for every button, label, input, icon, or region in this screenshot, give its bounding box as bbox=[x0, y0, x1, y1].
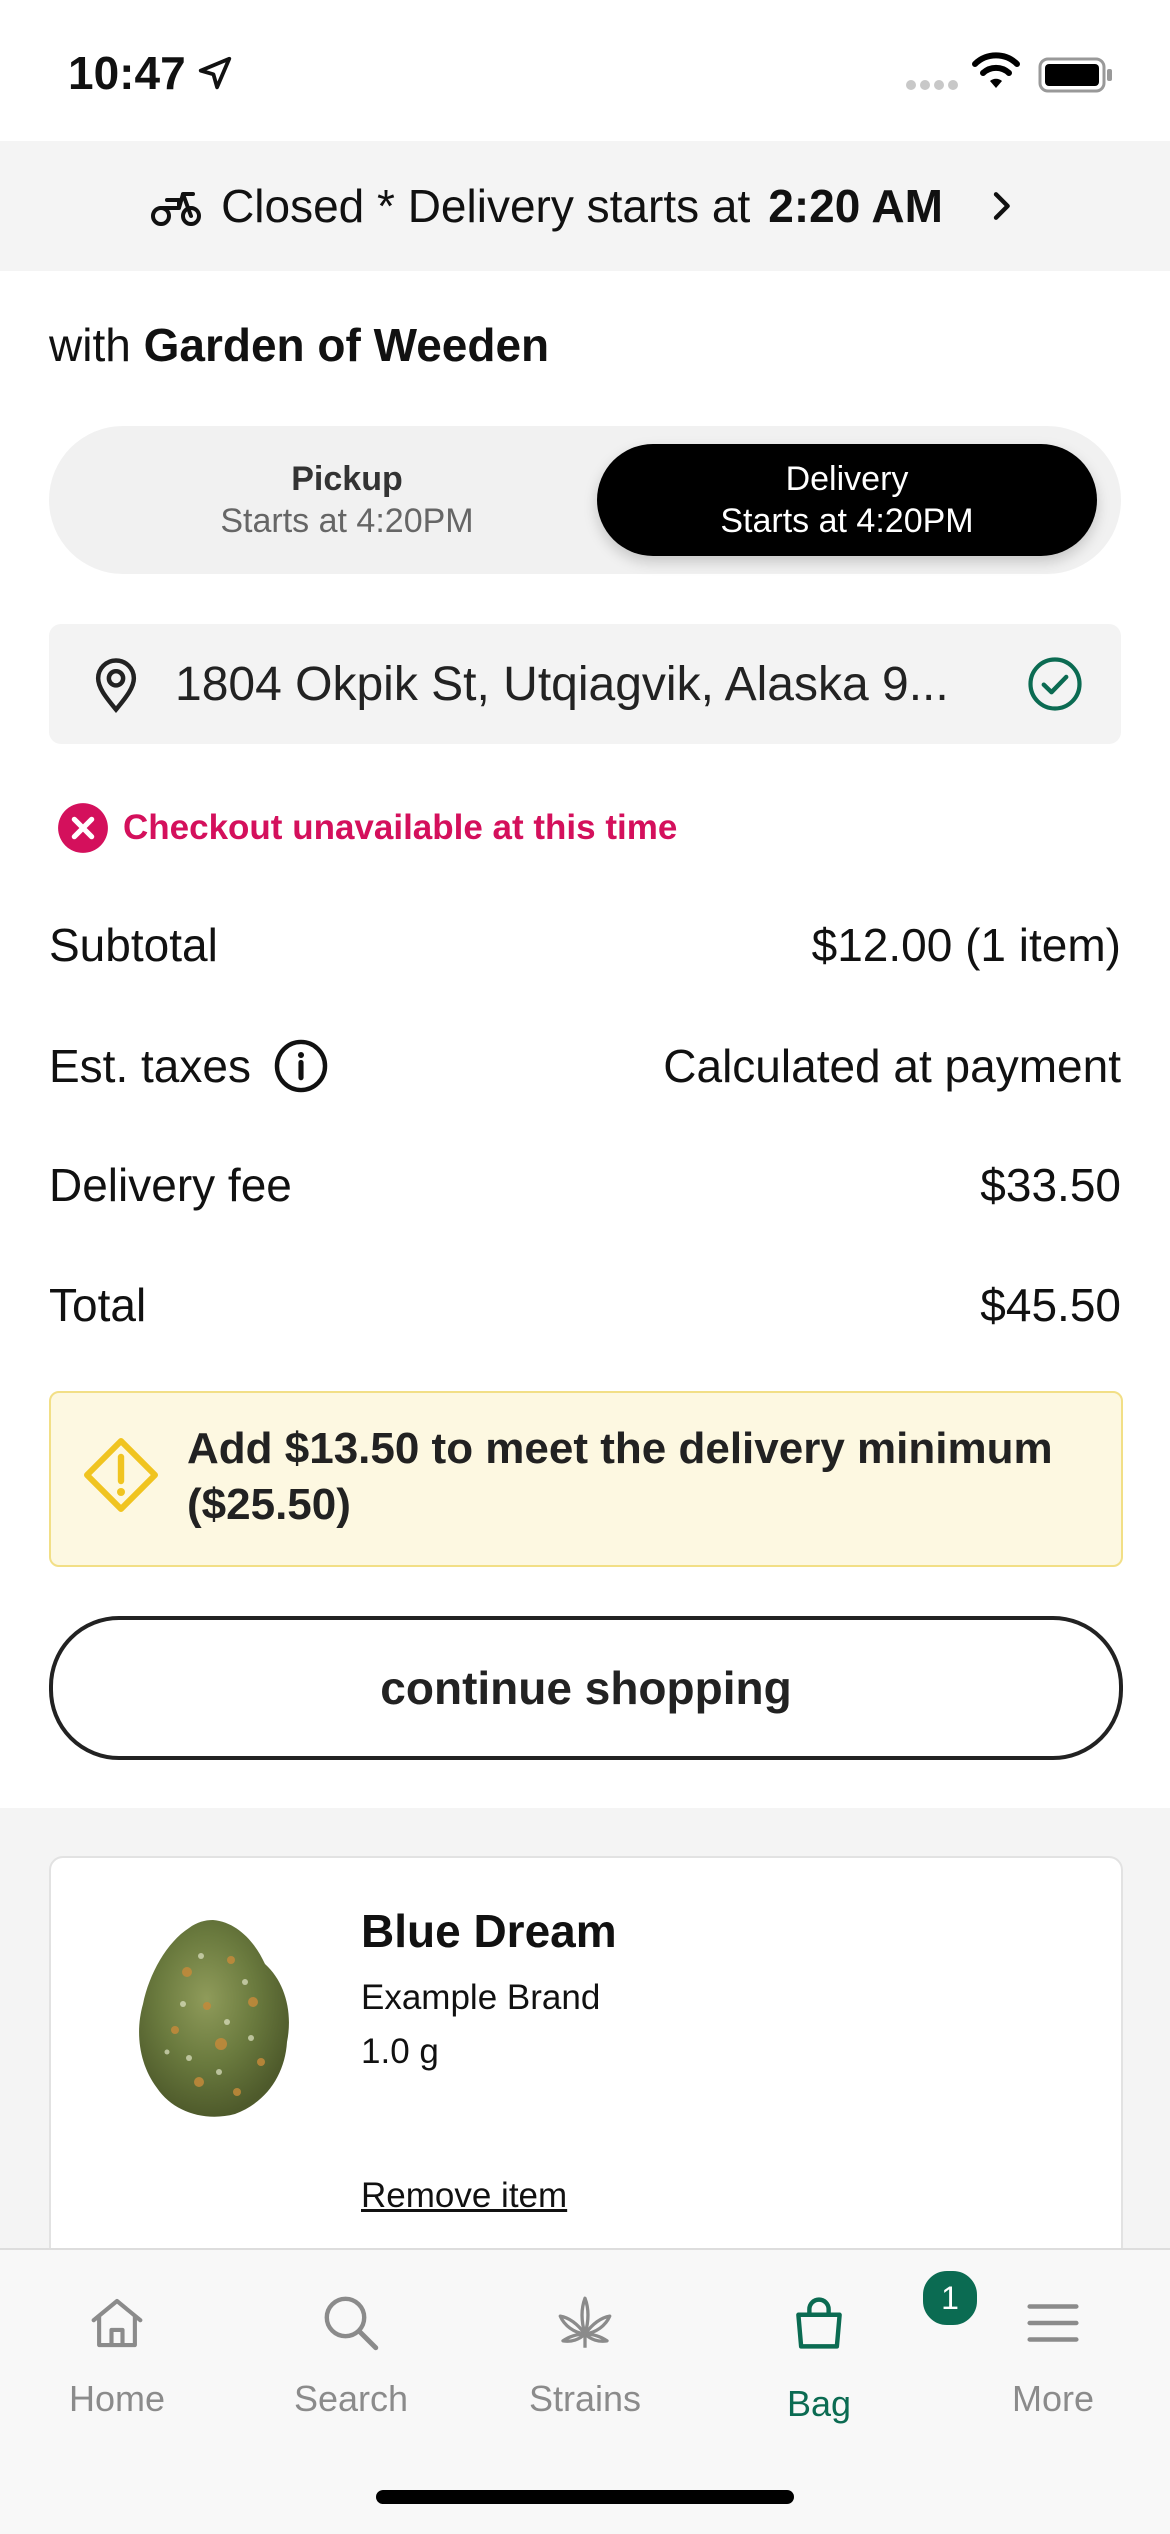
store-line: with Garden of Weeden bbox=[49, 318, 549, 372]
pickup-label: Pickup bbox=[291, 460, 403, 498]
wifi-icon bbox=[972, 52, 1020, 88]
location-pin-icon bbox=[95, 658, 137, 714]
menu-icon bbox=[1027, 2304, 1079, 2342]
subtotal-row: Subtotal $12.00 (1 item) bbox=[49, 918, 1121, 972]
tab-more[interactable]: More bbox=[936, 2290, 1170, 2420]
taxes-label-group: Est. taxes bbox=[49, 1038, 329, 1094]
delivery-subtitle: Starts at 4:20PM bbox=[720, 502, 974, 540]
store-name: Garden of Weeden bbox=[143, 319, 550, 371]
location-arrow-icon bbox=[198, 56, 231, 90]
search-icon bbox=[324, 2296, 379, 2351]
product-brand: Example Brand bbox=[361, 1978, 601, 2017]
tab-more-label: More bbox=[1011, 2378, 1095, 2419]
warning-diamond-icon bbox=[84, 1438, 158, 1512]
chevron-right-icon bbox=[993, 192, 1010, 220]
remove-item-link[interactable]: Remove item bbox=[361, 2176, 567, 2216]
banner-time: 2:20 AM bbox=[768, 180, 943, 232]
taxes-value: Calculated at payment bbox=[663, 1040, 1121, 1092]
tab-strains-label: Strains bbox=[528, 2378, 642, 2419]
total-label: Total bbox=[49, 1279, 147, 1331]
status-bar-time: 10:47 bbox=[68, 46, 234, 100]
taxes-label: Est. taxes bbox=[49, 1040, 251, 1092]
store-prefix: with bbox=[49, 319, 131, 371]
fulfillment-toggle: Pickup Starts at 4:20PM Delivery Starts … bbox=[49, 426, 1121, 574]
banner-status-text: Closed * Delivery starts at bbox=[221, 180, 751, 232]
total-row: Total $45.50 bbox=[49, 1278, 1121, 1332]
address-text: 1804 Okpik St, Utqiagvik, Alaska 9... bbox=[175, 657, 949, 711]
product-image bbox=[139, 1920, 289, 2117]
time-text: 10:47 bbox=[68, 47, 186, 99]
cellular-signal-icon bbox=[906, 80, 958, 90]
tab-home[interactable]: Home bbox=[0, 2290, 234, 2420]
subtotal-label: Subtotal bbox=[49, 919, 218, 971]
cart-item-card: Blue Dream Example Brand 1.0 g Remove it… bbox=[49, 1856, 1123, 2280]
delivery-label: Delivery bbox=[785, 460, 909, 498]
delivery-fee-row: Delivery fee $33.50 bbox=[49, 1158, 1121, 1212]
cannabis-leaf-icon bbox=[558, 2296, 612, 2348]
home-icon bbox=[91, 2298, 143, 2348]
tab-bag-label: Bag bbox=[786, 2383, 852, 2424]
delivery-minimum-notice: Add $13.50 to meet the delivery minimum … bbox=[49, 1391, 1123, 1567]
tab-search[interactable]: Search bbox=[234, 2290, 468, 2420]
scooter-icon bbox=[151, 192, 202, 226]
info-icon[interactable] bbox=[273, 1038, 329, 1094]
continue-shopping-button[interactable]: continue shopping bbox=[49, 1616, 1123, 1760]
delivery-fee-value: $33.50 bbox=[980, 1159, 1121, 1211]
taxes-row: Est. taxes Calculated at payment bbox=[49, 1038, 1121, 1094]
delivery-option[interactable]: Delivery Starts at 4:20PM bbox=[597, 444, 1097, 556]
bag-icon-wrap: 1 bbox=[786, 2268, 980, 2361]
error-x-icon bbox=[58, 803, 108, 853]
tab-strains[interactable]: Strains bbox=[468, 2290, 702, 2420]
pickup-option[interactable]: Pickup Starts at 4:20PM bbox=[97, 444, 597, 556]
checkout-error: Checkout unavailable at this time bbox=[57, 802, 677, 854]
delivery-fee-label: Delivery fee bbox=[49, 1159, 292, 1211]
subtotal-value: $12.00 (1 item) bbox=[811, 919, 1121, 971]
tab-home-label: Home bbox=[68, 2378, 166, 2419]
error-message: Checkout unavailable at this time bbox=[123, 808, 678, 847]
battery-icon bbox=[1038, 57, 1112, 93]
notice-text: Add $13.50 to meet the delivery minimum … bbox=[187, 1424, 1053, 1529]
bag-icon bbox=[796, 2297, 842, 2349]
tab-bag[interactable]: 1 Bag bbox=[702, 2268, 980, 2425]
tab-search-label: Search bbox=[293, 2378, 409, 2419]
product-name[interactable]: Blue Dream bbox=[361, 1904, 617, 1958]
check-circle-icon bbox=[1028, 657, 1082, 711]
store-status-banner[interactable]: Closed * Delivery starts at 2:20 AM bbox=[0, 141, 1170, 271]
delivery-address-field[interactable]: 1804 Okpik St, Utqiagvik, Alaska 9... bbox=[49, 624, 1121, 744]
total-value: $45.50 bbox=[980, 1279, 1121, 1331]
home-indicator bbox=[376, 2490, 794, 2504]
pickup-subtitle: Starts at 4:20PM bbox=[220, 502, 474, 540]
product-size: 1.0 g bbox=[361, 2032, 439, 2071]
